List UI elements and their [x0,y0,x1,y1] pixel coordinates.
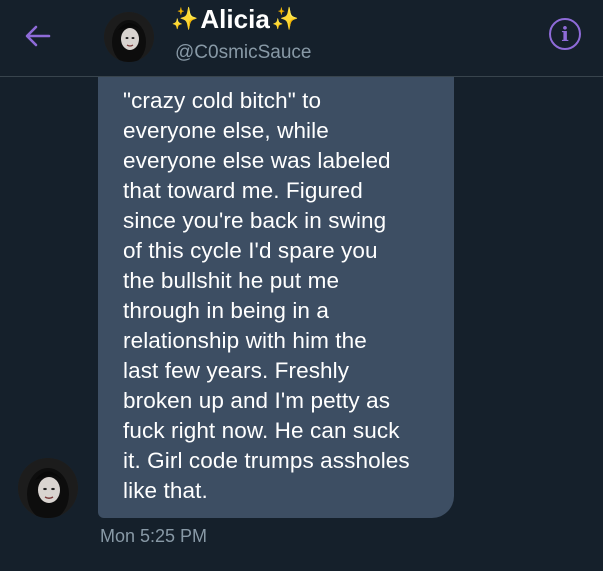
message-line: relationship with him the [123,328,367,353]
message-line: of this cycle I'd spare you [123,238,378,263]
avatar[interactable] [104,12,154,62]
sender-avatar[interactable] [18,458,78,518]
message-line: fuck right now. He can suck [123,418,400,443]
message-line: like that. [123,478,208,503]
profile-photo [104,12,154,62]
display-name: Alicia [200,4,270,34]
message-line: since you're back in swing [123,208,387,233]
contact-name: ✨ Alicia ✨ [171,4,312,34]
info-button[interactable]: i [549,18,581,50]
message-line: last few years. Freshly [123,358,350,383]
message-line: everyone else was labeled [123,148,391,173]
contact-handle: @C0smicSauce [175,42,312,63]
message-line: the bullshit he put me [123,268,340,293]
message-line: it. Girl code trumps assholes [123,448,410,473]
message-line: through in being in a [123,298,330,323]
back-button[interactable] [20,18,56,54]
info-icon: i [561,22,569,46]
contact-info[interactable]: ✨ Alicia ✨ @C0smicSauce [171,4,312,64]
message-bubble[interactable]: "crazy cold bitch" to everyone else, whi… [98,40,454,518]
message-line: that toward me. Figured [123,178,363,203]
sparkle-icon: ✨ [271,6,300,31]
message-line: broken up and I'm petty as [123,388,391,413]
message-line: everyone else, while [123,118,329,143]
conversation-header: ✨ Alicia ✨ @C0smicSauce i [0,0,603,77]
message-timestamp: Mon 5:25 PM [100,526,208,546]
sparkle-icon: ✨ [171,6,199,31]
profile-photo [18,458,78,518]
message-line: "crazy cold bitch" to [123,88,322,113]
arrow-left-icon [25,25,51,47]
